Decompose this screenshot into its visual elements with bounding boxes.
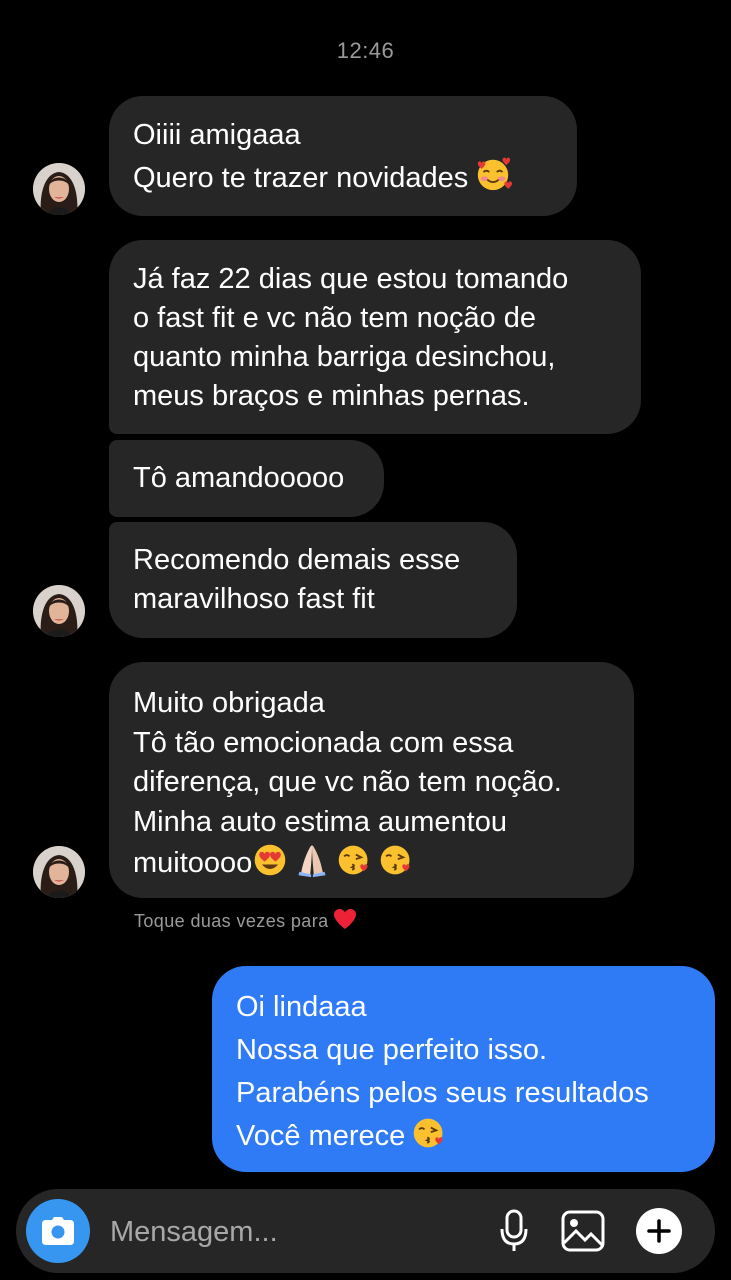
microphone-button[interactable] [490, 1207, 538, 1255]
avatar-image [33, 163, 85, 215]
face-blowing-kiss-icon [411, 1115, 447, 1164]
message-line: quanto minha barriga desinchou, [133, 341, 556, 373]
message-line: Já faz 22 dias que estou tomando [133, 263, 569, 295]
message-timestamp: 12:46 [336, 38, 395, 63]
gallery-button[interactable] [559, 1207, 607, 1255]
message-line: Oiiii amigaaa [133, 119, 301, 151]
message-line: Muito obrigada [133, 687, 325, 719]
message-line: Tô tão emocionada com essa [133, 726, 514, 759]
message-line: o fast fit e vc não tem noção de [133, 302, 537, 334]
message-composer [16, 1189, 715, 1273]
smiling-face-with-hearts-icon [474, 155, 513, 204]
heart-eyes-icon [252, 842, 288, 890]
incoming-message-bubble[interactable]: Tô amandooooo [109, 440, 384, 517]
folded-hands-icon [294, 842, 330, 890]
avatar-image [33, 846, 85, 898]
message-input[interactable] [108, 1207, 472, 1257]
message-line: Tô amandooooo [133, 462, 345, 494]
hint-text: Toque duas vezes para [134, 911, 329, 931]
message-line: Minha auto estima aumentou [133, 805, 507, 838]
incoming-message-bubble[interactable]: Oiiii amigaaa Quero te trazer novidades [109, 96, 577, 216]
sender-avatar[interactable] [33, 163, 85, 215]
message-line: Oi lindaaa [236, 991, 367, 1023]
message-line: Recomendo demais esse [133, 544, 461, 576]
message-line: Você merece [236, 1120, 406, 1152]
incoming-message-bubble[interactable]: Recomendo demais esse maravilhoso fast f… [109, 522, 517, 638]
avatar-image [33, 585, 85, 637]
message-line: muitoooo [133, 847, 253, 879]
sender-avatar[interactable] [33, 585, 85, 637]
face-blowing-kiss-icon [378, 842, 414, 890]
microphone-icon [500, 1209, 528, 1251]
camera-button[interactable] [26, 1199, 90, 1263]
message-line: diferença, que vc não tem noção. [133, 766, 562, 798]
message-line: Quero te trazer novidades [133, 162, 469, 194]
face-blowing-kiss-icon [336, 842, 372, 890]
message-line: meus braços e minhas pernas. [133, 380, 530, 412]
outgoing-message-bubble[interactable]: Oi lindaaa Nossa que perfeito isso. Para… [212, 966, 715, 1172]
sender-avatar[interactable] [33, 846, 85, 898]
plus-icon [647, 1219, 671, 1243]
incoming-message-bubble[interactable]: Já faz 22 dias que estou tomando o fast … [109, 240, 641, 434]
heart-icon [333, 908, 357, 935]
message-line: maravilhoso fast fit [133, 583, 375, 615]
camera-icon [42, 1217, 74, 1245]
gallery-icon [561, 1210, 605, 1252]
incoming-message-bubble[interactable]: Muito obrigada Tô tão emocionada com ess… [109, 662, 634, 898]
message-line: Parabéns pelos seus resultados [236, 1077, 649, 1109]
double-tap-hint: Toque duas vezes para [134, 908, 357, 935]
message-line: Nossa que perfeito isso. [236, 1034, 548, 1066]
add-button[interactable] [636, 1208, 682, 1254]
